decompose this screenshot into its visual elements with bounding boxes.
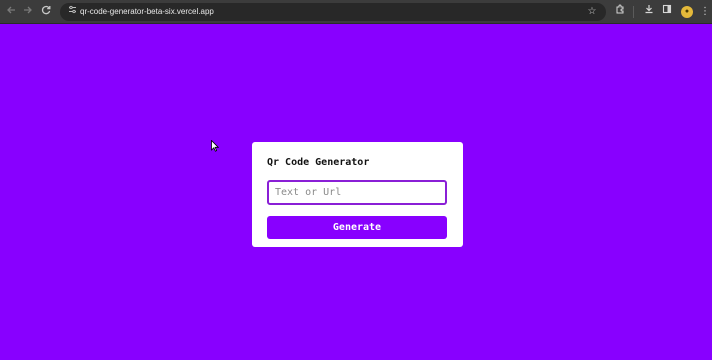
address-bar[interactable]: qr-code-generator-beta-six.vercel.app ☆ xyxy=(60,3,606,21)
mouse-cursor-icon xyxy=(211,140,219,152)
kebab-menu-icon[interactable]: ⋮ xyxy=(697,4,712,20)
download-icon[interactable] xyxy=(641,4,657,20)
url-text[interactable]: qr-code-generator-beta-six.vercel.app xyxy=(80,3,214,21)
profile-avatar[interactable]: ● xyxy=(681,6,693,18)
qr-generator-card: Qr Code Generator Generate xyxy=(252,142,463,247)
page-title: Qr Code Generator xyxy=(267,157,370,168)
toolbar-divider xyxy=(633,6,634,18)
back-arrow-icon[interactable] xyxy=(3,4,19,20)
browser-toolbar: qr-code-generator-beta-six.vercel.app ☆ … xyxy=(0,0,712,24)
puzzle-icon[interactable] xyxy=(612,4,628,20)
side-panel-icon[interactable] xyxy=(659,4,675,20)
forward-arrow-icon[interactable] xyxy=(20,4,36,20)
site-info-icon[interactable] xyxy=(65,4,79,20)
reload-icon[interactable] xyxy=(38,4,54,20)
star-icon[interactable]: ☆ xyxy=(585,4,599,20)
text-or-url-input[interactable] xyxy=(267,180,447,205)
generate-button[interactable]: Generate xyxy=(267,216,447,239)
